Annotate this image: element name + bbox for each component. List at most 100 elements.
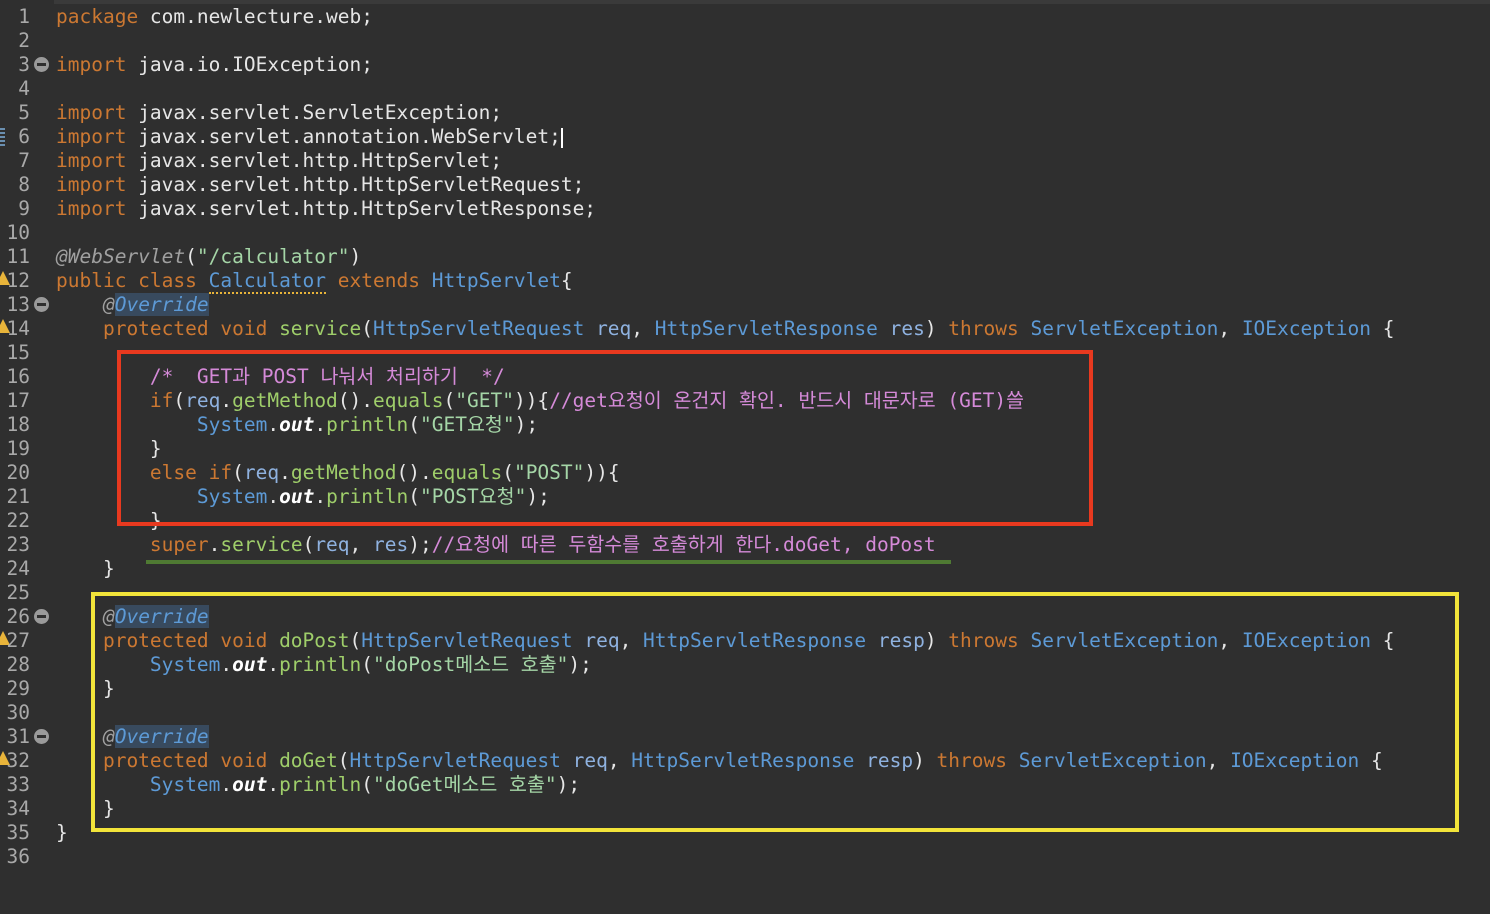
line-number: 30	[6, 701, 30, 724]
line-number: 21	[6, 485, 30, 508]
code-line[interactable]: 12 public class Calculator extends HttpSe…	[0, 269, 1490, 294]
line-number: 36	[6, 845, 30, 868]
line-number: 15	[6, 341, 30, 364]
code-line[interactable]: 13 @Override	[0, 293, 1490, 317]
code-text[interactable]: package com.newlecture.web;	[56, 5, 373, 29]
code-token: HttpServletResponse	[654, 317, 878, 340]
code-line[interactable]: 4	[0, 77, 1490, 101]
line-number: 28	[6, 653, 30, 676]
code-token: java.io.IOException;	[138, 53, 373, 76]
code-token: res	[877, 317, 925, 340]
line-number: 16	[6, 365, 30, 388]
code-token: );	[408, 533, 432, 556]
code-text[interactable]: public class Calculator extends HttpServ…	[56, 269, 573, 294]
code-token: javax.servlet.ServletException;	[138, 101, 503, 124]
line-number: 10	[6, 221, 30, 244]
code-token: import	[56, 197, 139, 220]
code-token: req	[314, 533, 350, 556]
code-text[interactable]: super.service(req, res);//요청에 따른 두함수를 호출…	[56, 533, 936, 557]
line-number: 2	[18, 29, 30, 52]
fold-collapse-icon[interactable]	[34, 609, 49, 624]
code-text[interactable]: @WebServlet("/calculator")	[56, 245, 361, 269]
line-number: 29	[6, 677, 30, 700]
code-token: extends	[326, 269, 432, 292]
line-number: 5	[18, 101, 30, 124]
text-cursor	[560, 127, 563, 148]
code-token: (	[361, 317, 373, 340]
line-number: 19	[6, 437, 30, 460]
line-number: 8	[18, 173, 30, 196]
line-number: 14	[6, 317, 30, 340]
code-token: import	[56, 125, 139, 148]
yellow-annotation-box	[91, 592, 1459, 832]
code-token: ,	[349, 533, 374, 556]
line-number: 13	[6, 293, 30, 316]
code-token: }	[56, 557, 115, 580]
code-line[interactable]: 14 protected void service(HttpServletReq…	[0, 317, 1490, 341]
code-line[interactable]: 8 import javax.servlet.http.HttpServletRe…	[0, 173, 1490, 197]
code-line[interactable]: 3 import java.io.IOException;	[0, 53, 1490, 77]
code-token: public class	[56, 269, 209, 292]
code-line[interactable]: 11 @WebServlet("/calculator")	[0, 245, 1490, 269]
code-text[interactable]: import javax.servlet.annotation.WebServl…	[56, 125, 563, 149]
line-number: 7	[18, 149, 30, 172]
code-text[interactable]: protected void service(HttpServletReques…	[56, 317, 1394, 341]
code-token: import	[56, 149, 139, 172]
code-token: ServletException	[1030, 317, 1219, 340]
line-number: 17	[6, 389, 30, 412]
code-token: Override	[114, 293, 209, 316]
line-number: 26	[6, 605, 30, 628]
code-token: javax.servlet.http.HttpServlet;	[138, 149, 503, 172]
fold-collapse-icon[interactable]	[34, 729, 49, 744]
code-line[interactable]: 2	[0, 29, 1490, 53]
code-text[interactable]: }	[56, 821, 68, 845]
red-annotation-box	[117, 350, 1093, 526]
code-text[interactable]: import javax.servlet.ServletException;	[56, 101, 502, 125]
code-token: IOException	[1241, 317, 1371, 340]
code-token: @	[102, 293, 115, 316]
code-line[interactable]: 10	[0, 221, 1490, 245]
code-token: "/calculator"	[196, 245, 350, 268]
code-line[interactable]: 7 import javax.servlet.http.HttpServlet;	[0, 149, 1490, 173]
code-token: service	[220, 533, 303, 556]
line-number: 27	[6, 629, 30, 652]
code-line[interactable]: 5 import javax.servlet.ServletException;	[0, 101, 1490, 125]
code-text[interactable]: import javax.servlet.http.HttpServlet;	[56, 149, 502, 173]
code-token: javax.servlet.http.HttpServletResponse;	[138, 197, 597, 220]
code-token: javax.servlet.http.HttpServletRequest;	[138, 173, 585, 196]
code-text[interactable]: }	[56, 557, 115, 581]
line-number: 11	[6, 245, 30, 268]
code-line[interactable]: 6 import javax.servlet.annotation.WebServ…	[0, 125, 1490, 149]
code-text[interactable]: import javax.servlet.http.HttpServletReq…	[56, 173, 584, 197]
code-token: super	[149, 533, 209, 556]
code-text[interactable]: import javax.servlet.http.HttpServletRes…	[56, 197, 596, 221]
code-text[interactable]: @Override	[56, 293, 209, 317]
code-line[interactable]: 23 super.service(req, res);//요청에 따른 두함수를…	[0, 533, 1490, 557]
line-number: 35	[6, 821, 30, 844]
code-line[interactable]: 9 import javax.servlet.http.HttpServletRe…	[0, 197, 1490, 221]
code-token: import	[56, 173, 139, 196]
code-editor[interactable]: 1 package com.newlecture.web; 2 3 import jav…	[0, 0, 1490, 914]
line-number: 3	[18, 53, 30, 76]
fold-collapse-icon[interactable]	[34, 297, 49, 312]
line-number: 24	[6, 557, 30, 580]
line-number: 1	[18, 5, 30, 28]
code-token: import	[56, 101, 139, 124]
line-number: 23	[6, 533, 30, 556]
fold-collapse-icon[interactable]	[34, 57, 49, 72]
code-token: //요청에 따른 두함수를 호출하게 한다.doGet, doPost	[431, 533, 936, 556]
code-token: req	[584, 317, 632, 340]
line-number: 31	[6, 725, 30, 748]
code-token: (	[185, 245, 197, 268]
code-text[interactable]: import java.io.IOException;	[56, 53, 373, 77]
code-line[interactable]: 1 package com.newlecture.web;	[0, 5, 1490, 29]
editor-top-border	[0, 0, 1490, 4]
line-number: 25	[6, 581, 30, 604]
code-token: Calculator	[208, 269, 327, 294]
code-line[interactable]: 36	[0, 845, 1490, 869]
code-token: ,	[631, 317, 655, 340]
code-token: .	[208, 533, 221, 556]
code-token: )	[924, 317, 949, 340]
